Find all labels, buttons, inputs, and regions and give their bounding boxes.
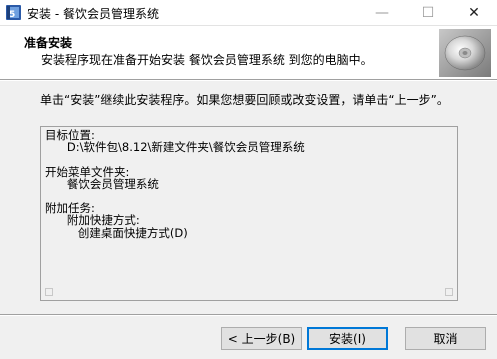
installer-app-icon: 5	[6, 5, 21, 20]
maximize-icon: ☐	[421, 5, 435, 21]
wizard-header: 准备安装 安装程序现在准备开始安装 餐饮会员管理系统 到您的电脑中。	[0, 26, 497, 79]
install-button[interactable]: 安装(I)	[307, 327, 388, 350]
window-title: 安装 - 餐饮会员管理系统	[27, 7, 159, 21]
maximize-button[interactable]: ☐	[405, 0, 451, 26]
install-summary-memo[interactable]: 目标位置: D:\软件包\8.12\新建文件夹\餐饮会员管理系统 开始菜单文件夹…	[40, 126, 458, 301]
minimize-icon: —	[375, 5, 389, 21]
install-summary-text: 目标位置: D:\软件包\8.12\新建文件夹\餐饮会员管理系统 开始菜单文件夹…	[45, 128, 305, 240]
cancel-button[interactable]: 取消	[405, 327, 486, 350]
instruction-text: 单击“安装”继续此安装程序。如果您想要回顾或改变设置，请单击“上一步”。	[40, 93, 449, 107]
close-icon: ✕	[468, 5, 480, 21]
footer-divider	[0, 314, 497, 316]
scroll-corner-right	[445, 288, 453, 296]
title-bar: 5 安装 - 餐饮会员管理系统 — ☐ ✕	[0, 0, 497, 26]
page-subtitle: 安装程序现在准备开始安装 餐饮会员管理系统 到您的电脑中。	[41, 53, 373, 67]
wizard-cd-icon	[439, 29, 491, 77]
page-title: 准备安装	[24, 36, 73, 50]
scroll-corner-left	[45, 288, 53, 296]
header-divider	[0, 79, 497, 81]
back-button[interactable]: < 上一步(B)	[221, 327, 302, 350]
minimize-button[interactable]: —	[359, 0, 405, 26]
close-button[interactable]: ✕	[451, 0, 497, 26]
